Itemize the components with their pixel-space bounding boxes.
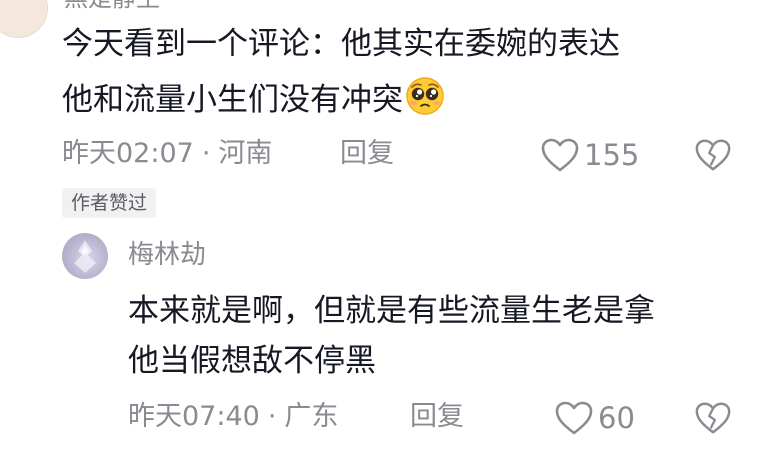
top-comment-location: 河南	[218, 138, 273, 169]
avatar-image-icon	[74, 240, 96, 273]
top-comment-time: 昨天02:07	[62, 138, 194, 169]
heart-outline-icon	[541, 138, 579, 172]
reply-comment-text-line-1: 本来就是啊，但就是有些流量生老是拿	[128, 293, 655, 329]
reply-comment-time: 昨天07:40	[128, 401, 260, 432]
broken-heart-icon	[695, 139, 731, 171]
top-comment-text-line-2: 他和流量小生们没有冲突	[62, 82, 403, 118]
reply-comment-dislike-button[interactable]	[694, 400, 732, 440]
top-comment-dislike-button[interactable]	[694, 137, 732, 177]
top-comment-text-line-1: 今天看到一个评论：他其实在委婉的表达	[62, 26, 620, 62]
meta-separator: ·	[201, 138, 211, 169]
reply-comment-avatar[interactable]	[62, 233, 108, 279]
reply-comment-like-button[interactable]: 60	[554, 400, 635, 436]
meta-separator: ·	[267, 401, 277, 432]
top-comment-text-line-2-wrap: 他和流量小生们没有冲突	[62, 76, 445, 122]
reply-comment-reply-button[interactable]: 回复	[410, 400, 464, 434]
top-comment-username[interactable]: 無是静生	[64, 0, 160, 10]
reply-comment-location: 广东	[284, 401, 339, 432]
top-comment-meta: 昨天02:07 · 河南	[62, 137, 272, 171]
top-comment-like-count: 155	[584, 138, 640, 172]
reply-comment-meta: 昨天07:40 · 广东	[128, 400, 338, 434]
top-comment-reply-button[interactable]: 回复	[340, 137, 394, 171]
broken-heart-icon	[695, 402, 731, 434]
pleading-face-emoji-icon	[406, 77, 444, 115]
reply-comment-text-line-2: 他当假想敌不停黑	[128, 343, 376, 379]
author-liked-badge: 作者赞过	[62, 188, 157, 218]
reply-comment-username[interactable]: 梅林劫	[128, 238, 206, 272]
top-comment-like-button[interactable]: 155	[540, 137, 639, 173]
heart-outline-icon	[555, 401, 593, 435]
top-comment-avatar[interactable]	[0, 0, 48, 38]
reply-comment-like-count: 60	[598, 401, 635, 435]
